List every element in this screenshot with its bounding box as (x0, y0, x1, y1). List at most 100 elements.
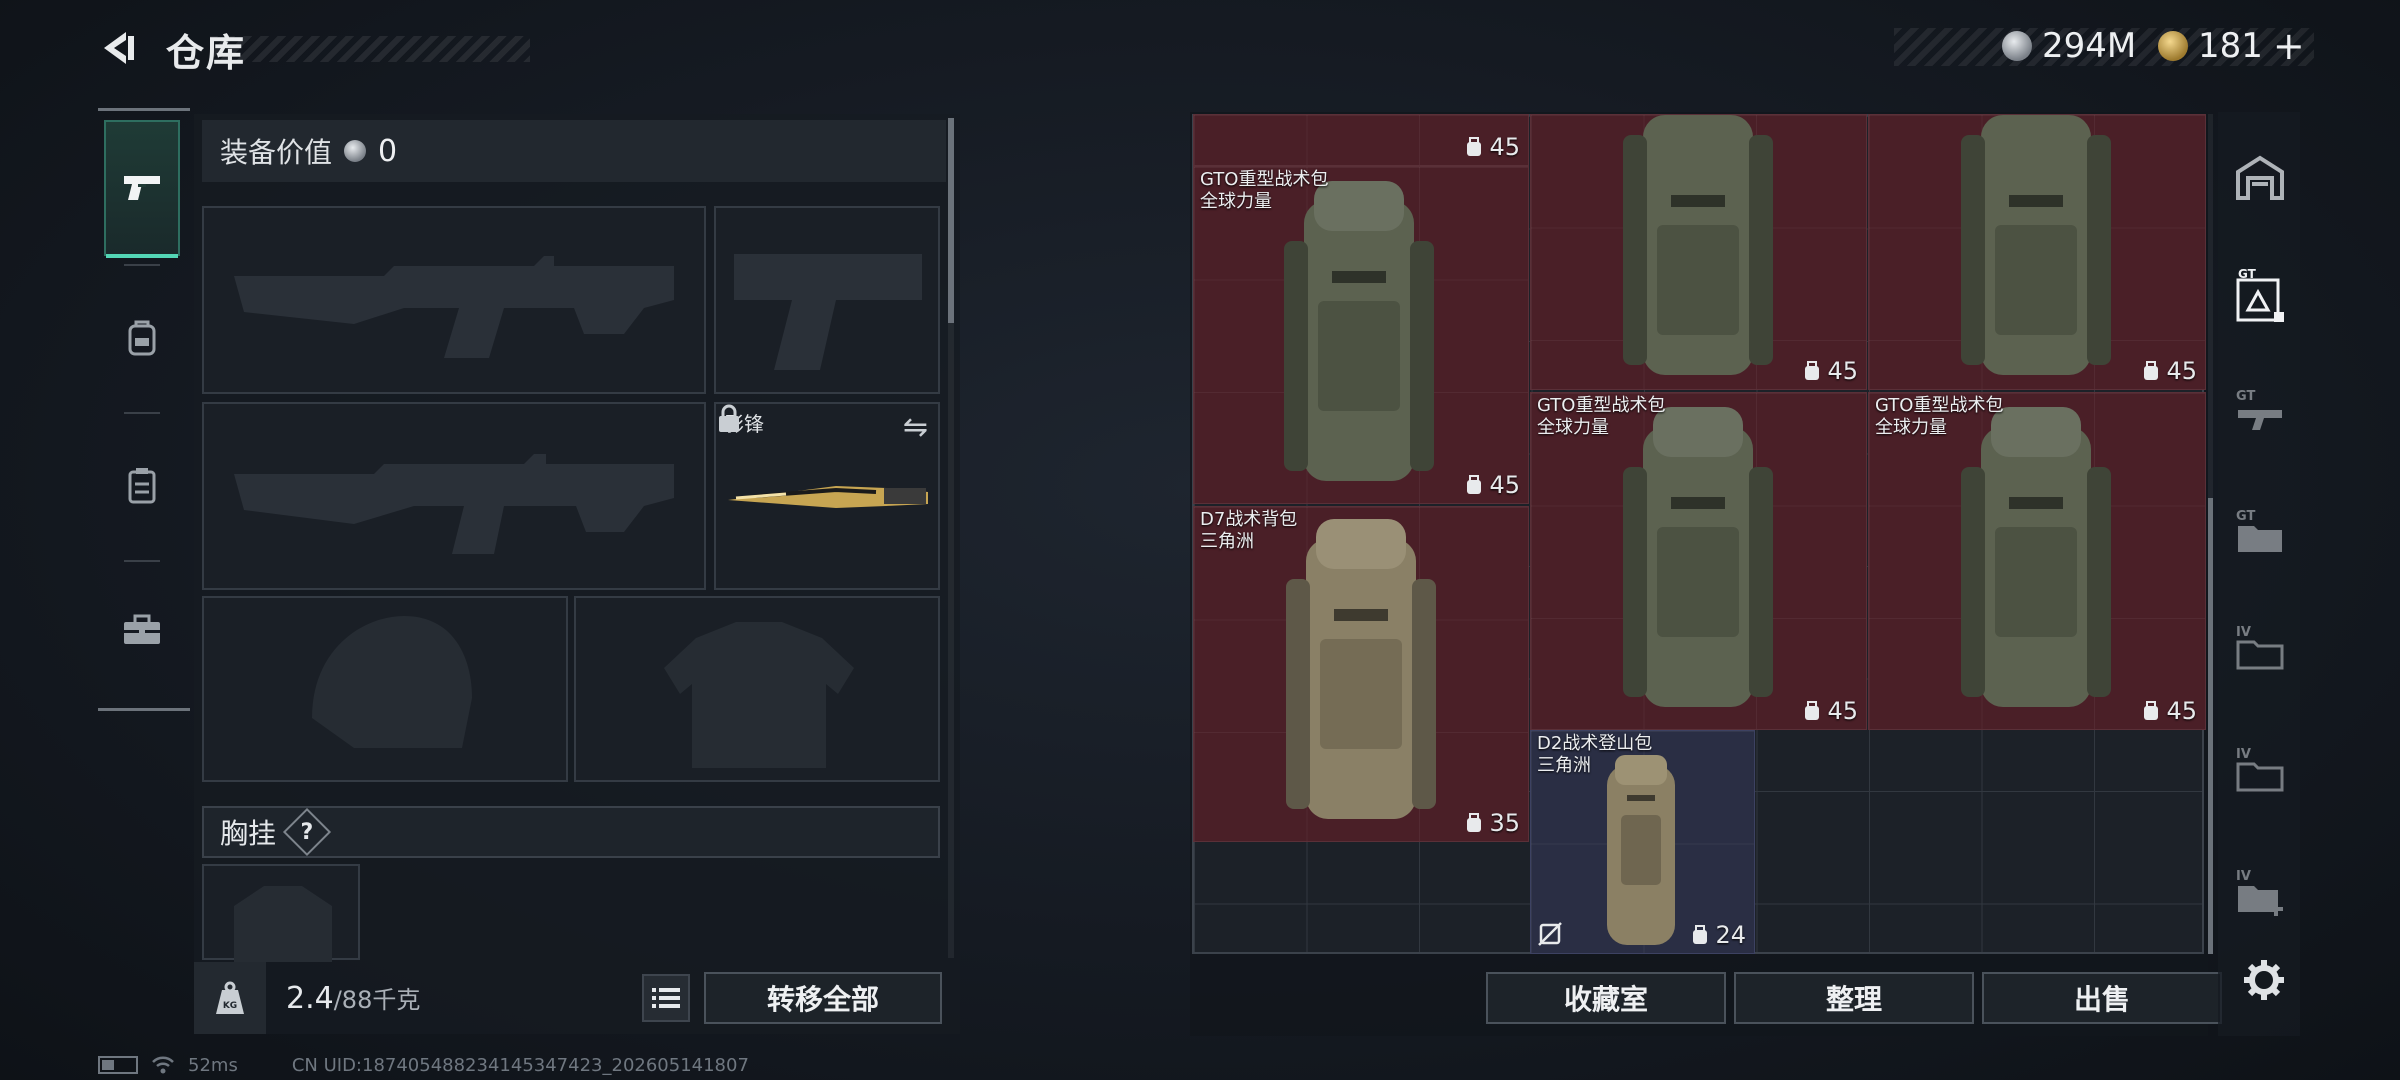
gear-icon (2244, 960, 2284, 1000)
organize-button[interactable]: 整理 (1734, 972, 1974, 1024)
item-capacity-value: 45 (1827, 697, 1858, 725)
secondary-weapon-slot[interactable] (202, 402, 706, 590)
storage-tab-2[interactable]: GT (2226, 246, 2294, 346)
weight-icon: KG (216, 981, 244, 1014)
status-bar: 52ms CN UID:18740548823414534742​3_20260… (98, 1054, 749, 1076)
add-currency-button[interactable]: + (2273, 24, 2305, 68)
category-tab-backpack[interactable] (104, 270, 180, 406)
equipment-value: 0 (378, 133, 398, 169)
currency-gold-value: 181 (2198, 26, 2263, 66)
item-capacity-value: 45 (1827, 357, 1858, 385)
item-source: 三角洲 (1200, 531, 1254, 552)
storage-item[interactable]: GTO重型战术包 全球力量 45 (1193, 166, 1529, 504)
weapon-storage-icon: GT (2236, 389, 2282, 430)
not-insured-icon (1538, 922, 1562, 946)
vest-icon (128, 468, 156, 504)
item-capacity: 45 (1803, 697, 1858, 725)
silver-coin-icon (2002, 31, 2032, 61)
helmet-silhouette-icon (312, 616, 472, 748)
rail-bottom-line (98, 708, 190, 711)
storage-item[interactable]: GTO重型战术包 全球力量 45 (1868, 392, 2206, 730)
item-capacity: 35 (1465, 809, 1520, 837)
backpack-capacity-icon (1693, 925, 1708, 944)
backpack-capacity-icon (1805, 701, 1820, 720)
storage-scroll-thumb[interactable] (2208, 498, 2213, 954)
storage-item[interactable]: 45 (1868, 114, 2206, 390)
list-view-button[interactable] (642, 974, 690, 1022)
back-button[interactable] (96, 26, 140, 70)
svg-text:KG: KG (223, 1001, 237, 1011)
tactical-backpack-image (1623, 407, 1773, 707)
storage-tab-6[interactable]: IV (2226, 720, 2294, 820)
backpack-capacity-icon (1467, 475, 1482, 494)
item-capacity-value: 35 (1489, 809, 1520, 837)
equipment-scroll-thumb[interactable] (948, 118, 954, 323)
currency-gold[interactable]: 181 + (2158, 24, 2305, 68)
storage-item[interactable]: D7战术背包 三角洲 35 (1193, 506, 1529, 842)
item-capacity: 45 (2142, 357, 2197, 385)
storage-tab-main[interactable] (2226, 128, 2294, 228)
ping-value: 52ms (188, 1054, 238, 1076)
item-capacity-value: 45 (2166, 357, 2197, 385)
settings-button[interactable] (2236, 952, 2292, 1008)
tactical-backpack-image (1961, 115, 2111, 375)
chest-rig-section-header: 胸挂 ? (202, 806, 940, 858)
storage-tab-add[interactable]: IV (2226, 842, 2294, 942)
item-capacity-value: 24 (1715, 921, 1746, 949)
item-capacity-value: 45 (2166, 697, 2197, 725)
chest-rig-slot[interactable] (202, 864, 360, 962)
back-arrow-icon (104, 32, 134, 64)
storage-tab-4[interactable]: GT (2226, 482, 2294, 582)
storage-item[interactable]: D2战术登山包 三角洲 24 (1530, 730, 1755, 954)
svg-text:IV: IV (2236, 869, 2251, 884)
item-source: 全球力量 (1200, 191, 1272, 212)
uid-text: CN UID:18740548823414534742​3_2026051418… (291, 1054, 749, 1076)
weight-current: 2.4 (286, 981, 334, 1016)
item-capacity: 45 (1465, 133, 1520, 161)
item-name-block: D2战术登山包 三角洲 (1537, 733, 1652, 777)
item-capacity-value: 45 (1489, 133, 1520, 161)
rifle-silhouette-icon (234, 256, 674, 358)
storage-item[interactable]: GTO重型战术包 全球力量 45 (1530, 392, 1867, 730)
backpack-capacity-icon (2144, 361, 2159, 380)
item-capacity-value: 45 (1489, 471, 1520, 499)
category-tab-case[interactable] (104, 562, 180, 698)
svg-text:IV: IV (2236, 625, 2251, 640)
storage-tab-5[interactable]: IV (2226, 598, 2294, 698)
tactical-backpack-image (1284, 181, 1434, 481)
tactical-backpack-image (1961, 407, 2111, 707)
sell-button[interactable]: 出售 (1982, 972, 2222, 1024)
sidearm-slot[interactable] (714, 206, 940, 394)
storage-item[interactable]: 45 (1530, 114, 1867, 390)
rifle-silhouette-icon (234, 454, 674, 554)
folder-iv-icon: IV (2236, 625, 2284, 670)
helmet-slot[interactable] (202, 596, 568, 782)
item-capacity: 45 (2142, 697, 2197, 725)
primary-weapon-slot[interactable] (202, 206, 706, 394)
item-name-block: D7战术背包 三角洲 (1200, 509, 1297, 553)
currency-silver-value: 294M (2042, 26, 2137, 66)
transfer-all-button[interactable]: 转移全部 (704, 972, 942, 1024)
category-tab-vest[interactable] (104, 418, 180, 554)
item-name-block: GTO重型战术包 全球力量 (1875, 395, 2003, 439)
storage-tab-3[interactable]: GT (2226, 362, 2294, 462)
melee-slot[interactable]: 影锋 ⇋ (714, 402, 940, 590)
category-tab-weapons[interactable] (104, 120, 180, 258)
item-source: 三角洲 (1537, 755, 1591, 776)
armor-slot[interactable] (574, 596, 940, 782)
currency-silver[interactable]: 294M (2002, 24, 2136, 68)
lock-icon (719, 404, 739, 432)
item-source: 全球力量 (1537, 417, 1609, 438)
storage-item[interactable]: 45 (1193, 114, 1529, 166)
item-name-block: GTO重型战术包 全球力量 (1537, 395, 1665, 439)
help-button[interactable]: ? (282, 807, 332, 857)
svg-text:GT: GT (2236, 509, 2255, 524)
item-source: 全球力量 (1875, 417, 1947, 438)
warehouse-tab-icon: GT (2236, 268, 2284, 322)
page-title: 仓库 (166, 31, 247, 75)
item-capacity: 45 (1803, 357, 1858, 385)
item-name: GTO重型战术包 (1875, 395, 2004, 416)
collection-room-button[interactable]: 收藏室 (1486, 972, 1726, 1024)
battery-icon (98, 1056, 138, 1074)
item-name: GTO重型战术包 (1200, 169, 1329, 190)
